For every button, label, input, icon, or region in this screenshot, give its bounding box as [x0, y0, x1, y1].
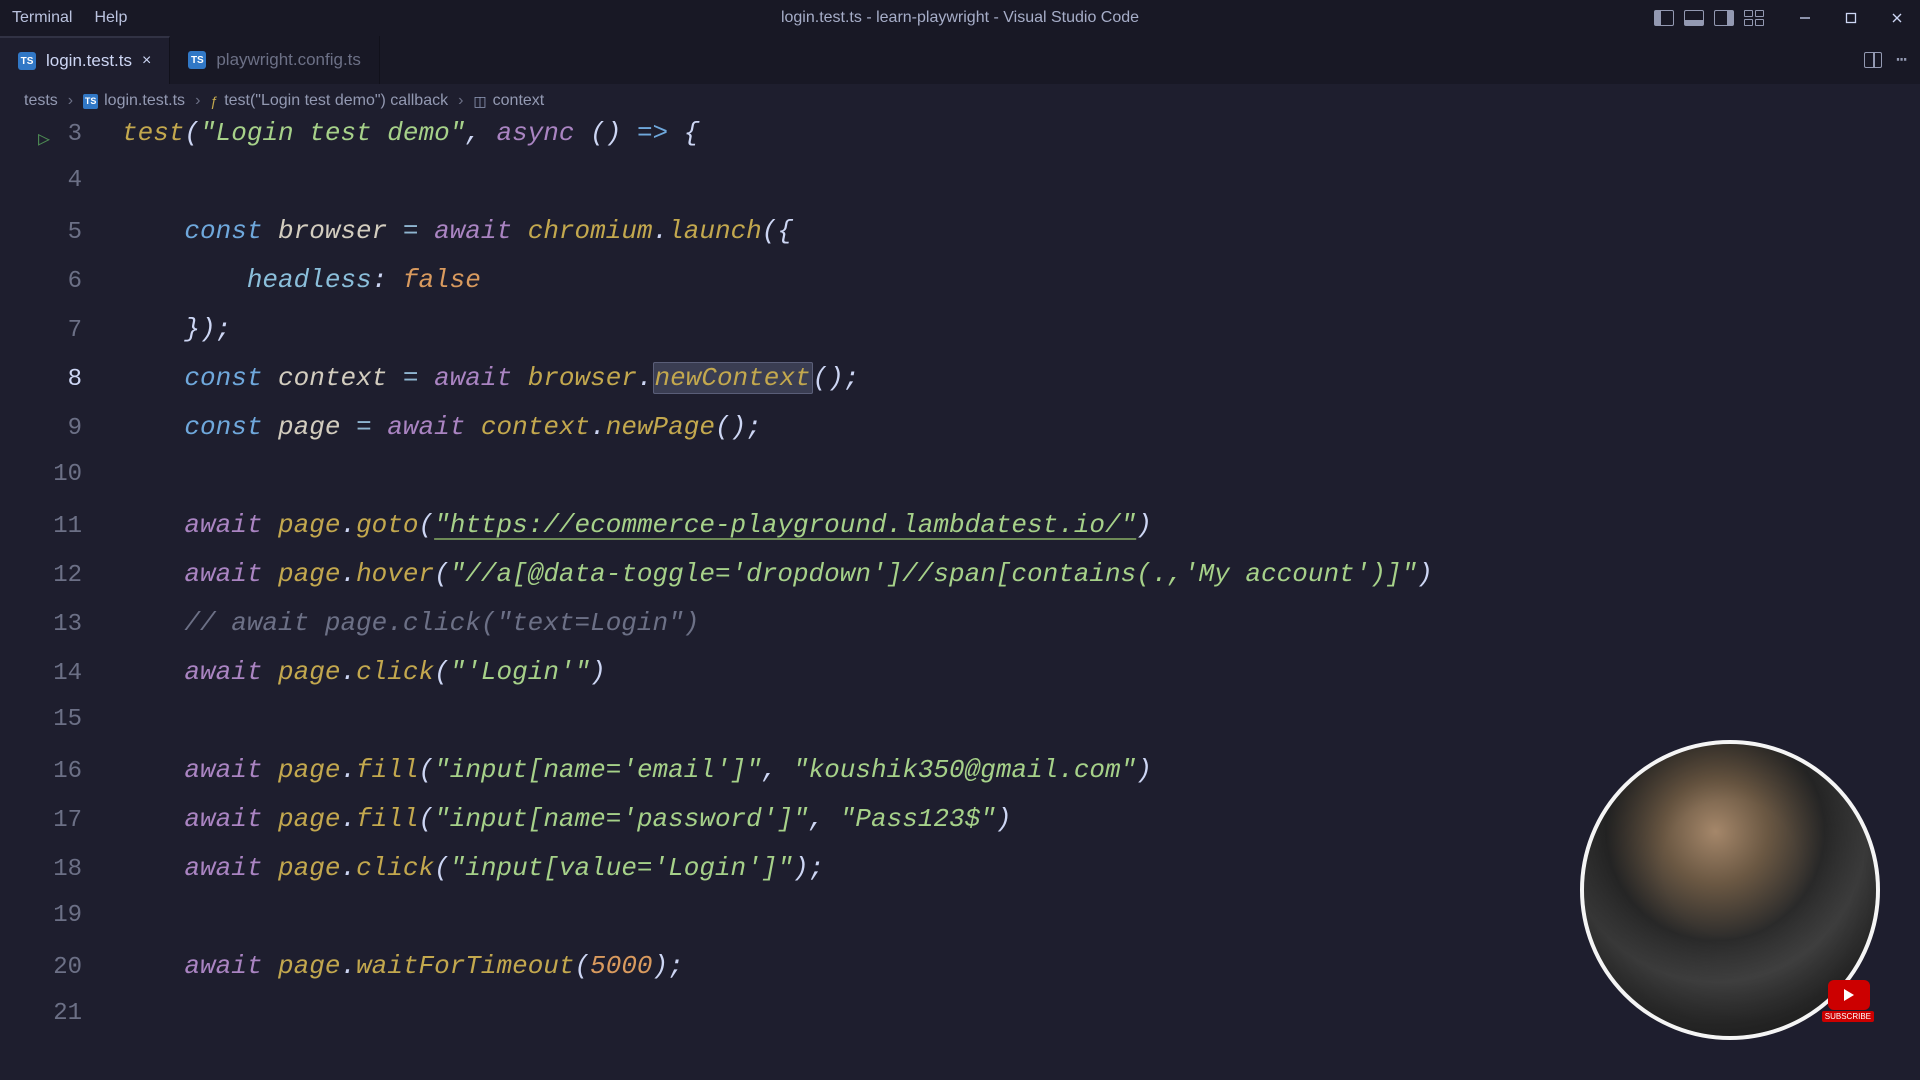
variable-icon: ◫: [473, 93, 486, 110]
youtube-subscribe-icon[interactable]: [1828, 980, 1870, 1010]
line-number: 11: [30, 513, 122, 540]
code-line[interactable]: 3test("Login test demo", async () => {: [30, 118, 1920, 167]
layout-grid-icon[interactable]: [1744, 10, 1764, 26]
layout-left-icon[interactable]: [1654, 10, 1674, 26]
maximize-button[interactable]: [1828, 0, 1874, 36]
line-number: 15: [30, 706, 122, 733]
tab-login-test[interactable]: TS login.test.ts ×: [0, 36, 170, 84]
breadcrumb-symbol[interactable]: ◫ context: [473, 92, 544, 110]
line-number: 21: [30, 1000, 122, 1027]
more-actions-icon[interactable]: ⋯: [1896, 49, 1908, 71]
tab-bar: TS login.test.ts × TS playwright.config.…: [0, 36, 1920, 84]
code-content[interactable]: });: [122, 314, 231, 344]
split-editor-icon[interactable]: [1864, 52, 1882, 68]
line-number: 6: [30, 268, 122, 295]
code-content[interactable]: await page.fill("input[name='email']", "…: [122, 755, 1152, 785]
code-content[interactable]: const context = await browser.newContext…: [122, 363, 859, 393]
code-content[interactable]: // await page.click("text=Login"): [122, 608, 699, 638]
line-number: 20: [30, 954, 122, 981]
code-content[interactable]: await page.fill("input[name='password']"…: [122, 804, 1011, 834]
code-line[interactable]: 11 await page.goto("https://ecommerce-pl…: [30, 510, 1920, 559]
tab-playwright-config[interactable]: TS playwright.config.ts: [170, 36, 380, 84]
typescript-icon: TS: [83, 94, 98, 109]
line-number: 9: [30, 415, 122, 442]
window-title: login.test.ts - learn-playwright - Visua…: [781, 9, 1139, 27]
menu-bar: Terminal Help: [12, 9, 127, 27]
code-content[interactable]: await page.goto("https://ecommerce-playg…: [122, 510, 1152, 540]
code-content[interactable]: const browser = await chromium.launch({: [122, 216, 793, 246]
tab-label: login.test.ts: [46, 51, 132, 71]
chevron-right-icon: ›: [195, 92, 200, 110]
close-icon[interactable]: ×: [142, 52, 151, 70]
code-line[interactable]: 7 });: [30, 314, 1920, 363]
run-test-icon[interactable]: ▷: [38, 126, 50, 152]
breadcrumb-file[interactable]: TS login.test.ts: [83, 92, 185, 110]
line-number: 7: [30, 317, 122, 344]
line-number: 5: [30, 219, 122, 246]
code-content[interactable]: headless: false: [122, 265, 481, 295]
line-number: 13: [30, 611, 122, 638]
line-number: 8: [30, 366, 122, 393]
menu-help[interactable]: Help: [94, 9, 127, 27]
code-content[interactable]: await page.waitForTimeout(5000);: [122, 951, 684, 981]
layout-bottom-icon[interactable]: [1684, 10, 1704, 26]
method-icon: ƒ: [210, 93, 218, 109]
breadcrumb[interactable]: tests › TS login.test.ts › ƒ test("Login…: [0, 84, 1920, 118]
layout-right-icon[interactable]: [1714, 10, 1734, 26]
line-number: 18: [30, 856, 122, 883]
tab-label: playwright.config.ts: [216, 50, 361, 70]
code-content[interactable]: await page.click("input[value='Login']")…: [122, 853, 824, 883]
code-content[interactable]: const page = await context.newPage();: [122, 412, 762, 442]
typescript-icon: TS: [188, 51, 206, 69]
breadcrumb-folder[interactable]: tests: [24, 92, 58, 110]
typescript-icon: TS: [18, 52, 36, 70]
line-number: 14: [30, 660, 122, 687]
line-number: 16: [30, 758, 122, 785]
line-number: 10: [30, 461, 122, 488]
chevron-right-icon: ›: [458, 92, 463, 110]
code-content[interactable]: test("Login test demo", async () => {: [122, 118, 699, 148]
code-content[interactable]: await page.click("'Login'"): [122, 657, 606, 687]
close-button[interactable]: [1874, 0, 1920, 36]
chevron-right-icon: ›: [68, 92, 73, 110]
line-number: 12: [30, 562, 122, 589]
code-line[interactable]: 10: [30, 461, 1920, 510]
window-controls: [1654, 0, 1920, 36]
code-line[interactable]: 5 const browser = await chromium.launch(…: [30, 216, 1920, 265]
line-number: 19: [30, 902, 122, 929]
menu-terminal[interactable]: Terminal: [12, 9, 72, 27]
code-line[interactable]: 14 await page.click("'Login'"): [30, 657, 1920, 706]
minimize-button[interactable]: [1782, 0, 1828, 36]
code-line[interactable]: 6 headless: false: [30, 265, 1920, 314]
code-content[interactable]: await page.hover("//a[@data-toggle='drop…: [122, 559, 1433, 589]
line-number: 17: [30, 807, 122, 834]
code-line[interactable]: 4: [30, 167, 1920, 216]
code-line[interactable]: 13 // await page.click("text=Login"): [30, 608, 1920, 657]
code-line[interactable]: 12 await page.hover("//a[@data-toggle='d…: [30, 559, 1920, 608]
youtube-subscribe-label: SUBSCRIBE: [1822, 1011, 1874, 1022]
breadcrumb-symbol[interactable]: ƒ test("Login test demo") callback: [210, 92, 448, 110]
titlebar: Terminal Help login.test.ts - learn-play…: [0, 0, 1920, 36]
code-line[interactable]: 9 const page = await context.newPage();: [30, 412, 1920, 461]
code-line[interactable]: 8 const context = await browser.newConte…: [30, 363, 1920, 412]
line-number: 4: [30, 167, 122, 194]
